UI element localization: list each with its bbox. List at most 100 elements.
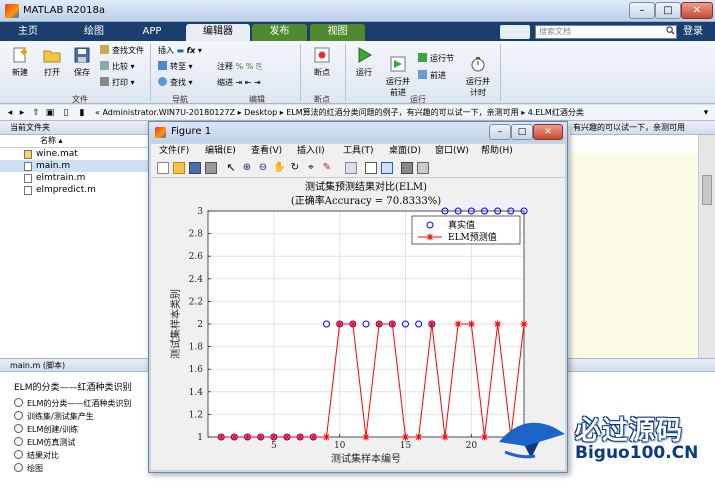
address-dropdown-icon[interactable]: ▾ — [700, 107, 712, 119]
login-link[interactable]: 登录 — [683, 24, 703, 40]
print-figure-icon[interactable] — [205, 162, 217, 174]
cell-item[interactable]: ELM创建/训练 — [14, 424, 78, 436]
advance-button[interactable]: 前进 — [418, 70, 446, 81]
cell-icon — [14, 398, 23, 407]
tab-plots[interactable]: 绘图 — [70, 24, 118, 41]
menu-desktop[interactable]: 桌面(D) — [389, 145, 421, 158]
run-section-button[interactable]: 运行节 — [418, 53, 454, 64]
editor-tab-bar[interactable]: 有兴趣的可以试一下，亲测可用 — [570, 121, 715, 135]
x-tick-label: 20 — [466, 441, 478, 451]
breakpoints-button[interactable]: 断点 — [308, 47, 336, 78]
menu-file[interactable]: 文件(F) — [159, 145, 189, 158]
close-button[interactable]: ✕ — [681, 2, 713, 19]
tab-publish[interactable]: 发布 — [252, 24, 307, 41]
figure-title-bar[interactable]: Figure 1 – □ ✕ — [149, 122, 567, 142]
current-folder-panel: 当前文件夹 名称 ▴ wine.mat main.m elmtrain.m elmpr… — [0, 121, 150, 358]
menu-help[interactable]: 帮助(H) — [481, 145, 513, 158]
browse-folder-icon[interactable]: ▣ — [44, 107, 56, 119]
new-figure-icon[interactable] — [157, 162, 169, 174]
run-section-label: 运行节 — [430, 54, 454, 63]
pan-icon[interactable]: ✋ — [273, 162, 285, 174]
minimize-button[interactable]: – — [629, 2, 655, 19]
cell-item[interactable]: 绘图 — [14, 463, 43, 475]
comment-label: 注释 — [217, 62, 233, 71]
zoom-out-icon[interactable]: ⊖ — [257, 162, 269, 174]
brush-icon[interactable]: ✎ — [321, 162, 333, 174]
cell-item[interactable]: 训练集/测试集产生 — [14, 411, 94, 423]
open-button[interactable]: 打开 — [38, 47, 66, 78]
breadcrumb[interactable]: « Administrator.WIN7U-20180127Z ▸ Deskto… — [95, 107, 584, 119]
indent-button[interactable]: 缩进 ⇥ ⇤ ⇥ — [217, 77, 261, 88]
new-button[interactable]: 新建 — [6, 47, 34, 78]
insert-button[interactable]: 插入 ▬ fx ▾ — [158, 45, 202, 56]
hide-plot-tools-icon[interactable] — [401, 162, 413, 174]
menu-window[interactable]: 窗口(W) — [435, 145, 469, 158]
find-label: 查找 — [170, 78, 186, 87]
menu-insert[interactable]: 插入(I) — [297, 145, 325, 158]
find-files-button[interactable]: 查找文件 — [100, 45, 144, 56]
goto-button[interactable]: 转至 ▾ — [158, 61, 193, 72]
file-list-item[interactable]: main.m — [0, 160, 149, 172]
run-time-label: 运行并 计时 — [466, 77, 490, 97]
figure-close-button[interactable]: ✕ — [533, 124, 563, 140]
column-header-name[interactable]: 名称 ▴ — [0, 135, 149, 148]
data-point-star — [309, 433, 317, 441]
file-list-item[interactable]: elmtrain.m — [0, 172, 149, 184]
back-arrow-icon[interactable]: ◂ — [4, 107, 16, 119]
file-list-item[interactable]: wine.mat — [0, 148, 149, 160]
comment-button[interactable]: 注释 % % ⎘ — [217, 61, 262, 72]
figure-logo-icon — [155, 127, 166, 138]
y-tick-label: 3 — [197, 207, 203, 217]
cell-item[interactable]: ELM的分类——红酒种类识别 — [14, 398, 131, 410]
tab-apps[interactable]: APP — [128, 24, 176, 41]
find-button[interactable]: 查找 ▾ — [158, 77, 193, 88]
new-label: 新建 — [12, 68, 28, 77]
scrollbar-thumb[interactable] — [702, 175, 712, 205]
rotate-icon[interactable]: ↻ — [289, 162, 301, 174]
y-tick-label: 2 — [197, 320, 203, 330]
save-icon — [74, 47, 90, 63]
colorbar-icon[interactable] — [365, 162, 377, 174]
menu-edit[interactable]: 编辑(E) — [205, 145, 236, 158]
pointer-icon[interactable]: ↖ — [225, 162, 237, 174]
tab-home[interactable]: 主页 — [8, 24, 48, 41]
cell-item[interactable]: ELM仿真测试 — [14, 437, 75, 449]
menu-tools[interactable]: 工具(T) — [343, 145, 374, 158]
stopwatch-icon — [471, 57, 485, 72]
figure-minimize-button[interactable]: – — [489, 124, 511, 140]
editor-code-area[interactable] — [570, 153, 698, 358]
print-button[interactable]: 打印 ▾ — [100, 77, 135, 88]
data-point-star — [257, 433, 265, 441]
run-button[interactable]: 运行 — [350, 47, 378, 78]
menu-view[interactable]: 查看(V) — [251, 145, 282, 158]
file-list-item[interactable]: elmpredict.m — [0, 184, 149, 196]
tab-view[interactable]: 视图 — [310, 24, 365, 41]
find-files-label: 查找文件 — [112, 46, 144, 55]
cell-item[interactable]: 结果对比 — [14, 450, 59, 462]
save-button[interactable]: 保存 — [68, 47, 96, 78]
breadcrumb-folder-icon: ▯ — [63, 108, 69, 118]
folder-up-icon[interactable]: ⇧ — [30, 107, 42, 119]
y-tick-label: 2.2 — [189, 297, 203, 307]
editor-scrollbar[interactable] — [698, 135, 715, 358]
search-icon[interactable] — [666, 26, 675, 35]
search-input[interactable]: 搜索文档 — [535, 25, 677, 39]
divider — [345, 44, 346, 101]
figure-maximize-button[interactable]: □ — [511, 124, 533, 140]
quick-access-toolbar[interactable] — [500, 25, 530, 39]
run-and-time-button[interactable]: 运行并 计时 — [462, 47, 494, 107]
forward-arrow-icon[interactable]: ▸ — [16, 107, 28, 119]
save-figure-icon[interactable] — [189, 162, 201, 174]
legend-icon[interactable] — [381, 162, 393, 174]
chart-title: 测试集预测结果对比(ELM) — [305, 180, 427, 193]
show-plot-tools-icon[interactable] — [417, 162, 429, 174]
link-plot-icon[interactable] — [345, 162, 357, 174]
maximize-button[interactable]: □ — [655, 2, 681, 19]
data-cursor-icon[interactable]: ⌖ — [305, 162, 317, 174]
open-file-icon[interactable] — [173, 162, 185, 174]
data-point-star — [375, 320, 383, 328]
data-point-star — [230, 433, 238, 441]
tab-editor[interactable]: 编辑器 — [186, 24, 250, 41]
compare-button[interactable]: 比较 ▾ — [100, 61, 135, 72]
zoom-in-icon[interactable]: ⊕ — [241, 162, 253, 174]
